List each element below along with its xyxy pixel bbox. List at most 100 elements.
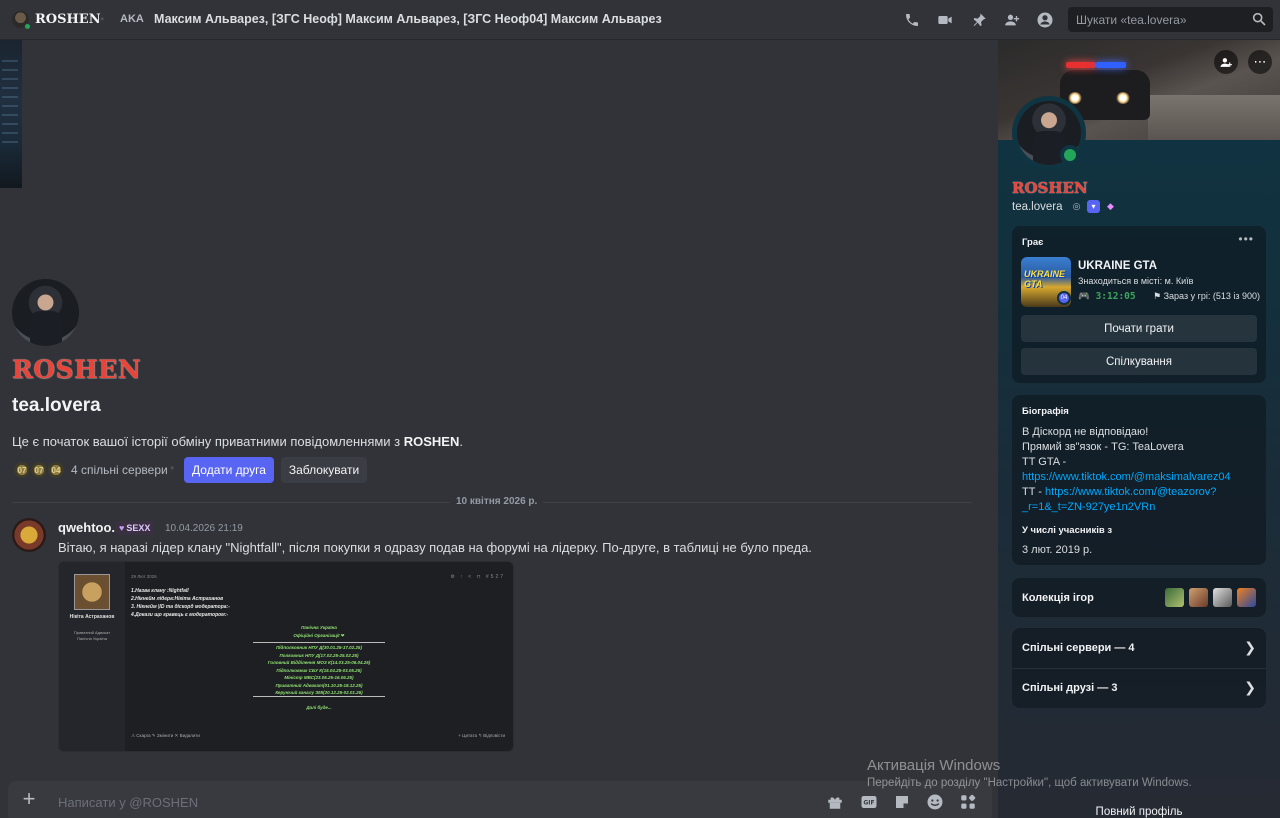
view-full-profile-button[interactable]: Повний профіль	[998, 806, 1280, 818]
attachment-avatar	[74, 574, 110, 610]
header-avatar[interactable]	[12, 11, 31, 30]
message-timestamp: 10.04.2026 21:19	[165, 523, 243, 534]
profile-username[interactable]: tea.lovera	[1012, 201, 1063, 213]
search-input[interactable]: Шукати «tea.lovera»	[1068, 7, 1273, 32]
gift-icon[interactable]	[826, 793, 844, 811]
user-profile-icon[interactable]	[1035, 10, 1055, 30]
players-icon: ⚑	[1153, 291, 1162, 301]
intro-text: Це є початок вашої історії обміну приват…	[12, 434, 463, 449]
controller-icon: 🎮	[1078, 291, 1090, 302]
divider	[1012, 668, 1266, 669]
attachment-divider	[253, 696, 385, 697]
attachment-footer-reply: + Цитата ↰ Відповісти	[458, 733, 505, 738]
game-collection-card[interactable]: Колекція ігор	[1012, 578, 1266, 617]
apps-icon[interactable]	[959, 793, 977, 811]
hypesquad-badge-icon[interactable]: ◎	[1070, 200, 1083, 213]
intro-avatar[interactable]	[12, 279, 79, 346]
profile-badges: ◎ ▾ ◆	[1070, 200, 1117, 213]
boost-badge-icon[interactable]: ◆	[1104, 200, 1117, 213]
attachment-divider	[253, 642, 385, 643]
game-icon	[1213, 588, 1232, 607]
emoji-icon[interactable]	[926, 793, 944, 811]
game-gta-icon	[1165, 588, 1184, 607]
intro-username: tea.lovera	[12, 395, 101, 416]
mutual-servers-row[interactable]: Спільні сервери — 4	[1022, 642, 1135, 654]
chevron-right-icon[interactable]: ❯	[1244, 679, 1256, 696]
bio-card: Біографія В Діскорд не відповідаю! Прями…	[1012, 395, 1266, 565]
attachment-toolbar: ⚙ ↑ < ⊓ #527	[450, 574, 505, 580]
member-since-label: У числі учасників з	[1022, 525, 1113, 536]
add-friend-button[interactable]: Додати друга	[184, 457, 274, 483]
attachment-footer-actions: ⚠ Скарга ✎ Змінити ✕ Видалити	[131, 733, 200, 738]
more-options-icon[interactable]: ⋯	[1248, 50, 1272, 74]
chevron-right-icon[interactable]: ❯	[1244, 639, 1256, 656]
start-playing-button[interactable]: Почати грати	[1021, 315, 1257, 342]
clan-tag-badge[interactable]: ♥ SEXX	[115, 521, 155, 535]
game-small-badge: 04	[1057, 291, 1071, 305]
game-players: ⚑ Зараз у грі: (513 із 900)	[1153, 291, 1261, 301]
attachment-list: 1.Назва клану :Nightfall 2.Нікнейм лідер…	[131, 588, 230, 618]
bio-text: В Діскорд не відповідаю! Прямий зв"язок …	[1022, 426, 1231, 513]
mutual-servers-count[interactable]: 4 спільні сервери	[71, 463, 168, 477]
bio-link[interactable]: https://www.tiktok.com/@teazorov?	[1045, 486, 1216, 498]
banner-scenery	[1148, 95, 1280, 140]
game-title: UKRAINE GTA	[1078, 260, 1158, 272]
windows-activation-text: Перейдіть до розділу "Настройки", щоб ак…	[867, 777, 1192, 789]
server-icon: 04	[46, 460, 66, 480]
banner-siren-blue	[1096, 62, 1126, 68]
dot-separator: •	[170, 461, 175, 475]
bio-link[interactable]: _r=1&_t=ZN-927ye1n2VRn	[1022, 501, 1155, 513]
heart-icon: ♥	[119, 523, 125, 533]
message-input-bar[interactable]: + Написати у @ROSHEN GIF	[8, 781, 992, 818]
mutual-friends-row[interactable]: Спільні друзі — 3	[1022, 682, 1117, 694]
search-placeholder: Шукати «tea.lovera»	[1076, 13, 1187, 27]
attachment-user-sidebar: Нікіта Астраханов Приватний Адвокат Паніч…	[59, 562, 125, 751]
game-art-text: UKRAINE GTA	[1024, 269, 1066, 289]
aka-label: AKA	[120, 13, 144, 25]
header-separator: •	[100, 12, 105, 26]
game-icon	[1189, 588, 1208, 607]
aka-names: Максим Альварез, [ЗГС Неоф] Максим Альва…	[154, 12, 662, 26]
message-author[interactable]: qwehtoo.	[58, 520, 115, 535]
voice-call-icon[interactable]	[902, 10, 922, 30]
profile-display-name: ROSHEN	[1012, 179, 1088, 197]
nitro-badge-icon[interactable]: ▾	[1087, 200, 1100, 213]
svg-text:GIF: GIF	[863, 800, 874, 807]
pin-icon[interactable]	[969, 10, 989, 30]
chat-button[interactable]: Спілкування	[1021, 348, 1257, 375]
activity-card: Грає ••• UKRAINE GTA 04 UKRAINE GTA Знах…	[1012, 226, 1266, 383]
block-button[interactable]: Заблокувати	[281, 457, 367, 483]
game-icon: UKRAINE GTA 04	[1021, 257, 1071, 307]
activity-label: Грає	[1022, 237, 1044, 248]
attachment-career-list: Панічна Україна Офіційні Організації ❤ П…	[267, 625, 371, 710]
game-collection-label: Колекція ігор	[1022, 592, 1094, 604]
intro-display-name: ROSHEN	[12, 355, 142, 384]
message-text: Вітаю, я наразі лідер клану "Nightfall",…	[58, 540, 812, 555]
attachment-user-role: Приватний Адвокат Панічна Україна	[73, 630, 111, 641]
bio-label: Біографія	[1022, 406, 1069, 417]
message-image-attachment[interactable]: Нікіта Астраханов Приватний Адвокат Паніч…	[58, 561, 514, 752]
user-profile-panel: ⋯ ROSHEN tea.lovera ◎ ▾ ◆ Грає ••• UKRAI…	[998, 40, 1280, 818]
banner-headlight	[1116, 92, 1130, 104]
mutual-server-icons[interactable]: 07 07 04	[12, 460, 66, 480]
game-counterstrike-icon	[1237, 588, 1256, 607]
video-call-icon[interactable]	[935, 10, 955, 30]
member-since-date: 3 лют. 2019 р.	[1022, 544, 1093, 556]
add-friends-to-dm-icon[interactable]	[1002, 10, 1022, 30]
windows-activation-title: Активація Windows	[867, 757, 1001, 774]
bio-link[interactable]: https://www.tiktok.com/@maksimalvarez04	[1022, 471, 1231, 483]
attachment-user-name: Нікіта Астраханов	[69, 614, 115, 620]
game-collection-icons	[1165, 588, 1256, 607]
attachment-date: 29 Лют 2026	[131, 574, 157, 579]
embedded-image-strip[interactable]	[0, 40, 22, 188]
date-divider-label: 10 квітня 2026 р.	[450, 496, 544, 507]
sticker-icon[interactable]	[893, 793, 911, 811]
game-location: Знаходиться в місті: м. Київ	[1078, 276, 1194, 286]
online-status-dot	[24, 23, 31, 30]
header-title[interactable]: ROSHEN	[35, 12, 101, 27]
add-friend-icon[interactable]	[1214, 50, 1238, 74]
activity-more-icon[interactable]: •••	[1238, 232, 1254, 246]
gif-icon[interactable]: GIF	[860, 793, 878, 811]
message-author-avatar[interactable]	[12, 518, 46, 552]
add-attachment-icon[interactable]: +	[19, 788, 39, 810]
